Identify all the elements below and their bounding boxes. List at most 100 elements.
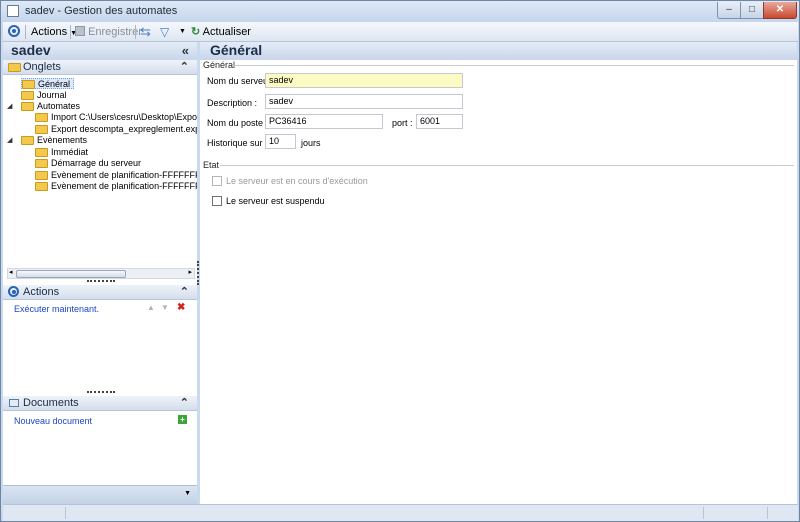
toolbar: Actions ▼ Enregistrer ⇆ ▽ ▼ ↻ Actualiser bbox=[3, 22, 798, 42]
tree-item-label: Journal bbox=[37, 90, 67, 100]
suspended-checkbox[interactable] bbox=[212, 196, 222, 206]
scroll-left-icon[interactable]: ◂ bbox=[9, 268, 13, 276]
collapse-panel-icon[interactable]: ⌃ bbox=[180, 285, 189, 298]
port-label: port : bbox=[392, 118, 413, 128]
tree-item-label: Evènement de planification-FFFFFFFFFFFF bbox=[51, 181, 197, 191]
refresh-label: Actualiser bbox=[202, 26, 251, 38]
page-title: Général bbox=[210, 42, 263, 58]
tree-item-evenements[interactable]: ◢ Evènements bbox=[7, 135, 87, 146]
delete-icon[interactable]: ✖ bbox=[177, 302, 185, 313]
running-label: Le serveur est en cours d'exécution bbox=[226, 176, 368, 186]
tree-item-import[interactable]: Import C:\Users\cesru\Desktop\ExportAAA bbox=[35, 112, 197, 123]
tabs-panel-header[interactable]: Onglets ⌃ bbox=[3, 60, 197, 75]
home-icon[interactable] bbox=[8, 25, 20, 37]
title-bar[interactable]: sadev - Gestion des automates – □ ✕ bbox=[1, 1, 799, 22]
open-folder-icon bbox=[22, 80, 35, 89]
tree-item-planification-2[interactable]: Evènement de planification-FFFFFFFFFFFF bbox=[35, 181, 197, 192]
close-button[interactable]: ✕ bbox=[763, 2, 797, 19]
run-now-link[interactable]: Exécuter maintenant. bbox=[14, 304, 99, 314]
status-divider bbox=[703, 507, 704, 519]
sidebar-footer[interactable]: ▼ bbox=[3, 485, 197, 504]
folder-icon bbox=[8, 63, 21, 72]
scroll-thumb[interactable] bbox=[16, 270, 126, 278]
folder-icon bbox=[35, 113, 48, 122]
tree-item-export[interactable]: Export descompta_expreglement.exp bbox=[35, 124, 197, 135]
splitter-grip[interactable] bbox=[87, 391, 115, 394]
actions-icon bbox=[8, 286, 19, 297]
tree-item-label: Evènements bbox=[37, 135, 88, 145]
running-checkbox[interactable] bbox=[212, 176, 222, 186]
filter-dropdown-icon[interactable]: ▼ bbox=[179, 25, 186, 39]
save-button[interactable]: Enregistrer bbox=[75, 25, 142, 39]
collapse-panel-icon[interactable]: ⌃ bbox=[180, 60, 189, 73]
history-unit: jours bbox=[301, 138, 321, 148]
refresh-button[interactable]: ↻ Actualiser bbox=[191, 25, 251, 39]
toolbar-separator bbox=[135, 25, 136, 39]
history-field[interactable]: 10 bbox=[265, 134, 296, 149]
add-icon[interactable]: + bbox=[178, 415, 187, 424]
app-window: sadev - Gestion des automates – □ ✕ Acti… bbox=[0, 0, 800, 522]
save-icon bbox=[75, 26, 85, 36]
tree-item-automates[interactable]: ◢ Automates bbox=[7, 101, 80, 112]
tree-item-label: Immédiat bbox=[51, 147, 89, 157]
tree-item-label: Export descompta_expreglement.exp bbox=[51, 124, 197, 134]
folder-icon bbox=[21, 102, 34, 111]
port-field[interactable]: 6001 bbox=[416, 114, 463, 129]
move-down-icon[interactable]: ▼ bbox=[161, 303, 169, 312]
actions-panel-title: Actions bbox=[23, 286, 60, 298]
tree-item-demarrage[interactable]: Démarrage du serveur bbox=[35, 158, 141, 169]
minimize-button[interactable]: – bbox=[717, 2, 741, 19]
tree-item-immediat[interactable]: Immédiat bbox=[35, 147, 88, 158]
maximize-button[interactable]: □ bbox=[740, 2, 764, 19]
actions-panel-header[interactable]: Actions ⌃ bbox=[3, 285, 197, 300]
folder-icon bbox=[35, 148, 48, 157]
server-name: sadev bbox=[11, 42, 51, 58]
move-up-icon[interactable]: ▲ bbox=[147, 303, 155, 312]
tree-item-label: Evènement de planification-FFFFFFFFFFFF bbox=[51, 170, 197, 180]
status-divider bbox=[767, 507, 768, 519]
description-field[interactable]: sadev bbox=[265, 94, 463, 109]
group-general-label: Général bbox=[203, 60, 236, 70]
splitter-grip[interactable] bbox=[87, 280, 115, 283]
main-header: Général bbox=[200, 42, 797, 60]
expanded-icon[interactable]: ◢ bbox=[7, 135, 12, 146]
main-panel: Général Général Nom du serveur : sadev D… bbox=[200, 42, 797, 504]
host-field[interactable]: PC36416 bbox=[265, 114, 383, 129]
documents-panel-header[interactable]: Documents ⌃ bbox=[3, 396, 197, 411]
toolbar-separator bbox=[70, 25, 71, 39]
app-icon bbox=[7, 5, 19, 17]
status-divider bbox=[65, 507, 66, 519]
folder-icon bbox=[35, 182, 48, 191]
toolbar-separator bbox=[25, 25, 26, 39]
tree-item-label: Général bbox=[38, 79, 71, 89]
collapse-sidebar-icon[interactable]: « bbox=[182, 43, 189, 58]
status-bar bbox=[3, 504, 798, 521]
actions-menu-label: Actions bbox=[31, 26, 68, 38]
chevron-down-icon[interactable]: ▼ bbox=[184, 490, 191, 497]
tree-item-journal[interactable]: Journal bbox=[21, 90, 67, 101]
folder-icon bbox=[35, 159, 48, 168]
tree-item-planification-1[interactable]: Evènement de planification-FFFFFFFFFFFF bbox=[35, 170, 197, 181]
window-title: sadev - Gestion des automates bbox=[25, 5, 178, 17]
new-document-link[interactable]: Nouveau document bbox=[14, 416, 92, 426]
documents-panel-title: Documents bbox=[23, 397, 79, 409]
left-sidebar: sadev « Onglets ⌃ Général Journal ◢ Auto… bbox=[3, 42, 197, 504]
group-divider bbox=[220, 165, 794, 166]
filter-icon[interactable]: ▽ bbox=[160, 25, 169, 39]
sync-icon[interactable]: ⇆ bbox=[140, 25, 151, 39]
server-header: sadev « bbox=[3, 42, 197, 60]
tree-item-label: Import C:\Users\cesru\Desktop\ExportAAA bbox=[51, 112, 197, 122]
tabs-panel-title: Onglets bbox=[23, 61, 61, 73]
folder-icon bbox=[21, 91, 34, 100]
scroll-right-icon[interactable]: ▸ bbox=[188, 268, 192, 276]
folder-icon bbox=[21, 136, 34, 145]
tree-item-label: Automates bbox=[37, 101, 81, 111]
description-label: Description : bbox=[207, 98, 258, 108]
server-name-field[interactable]: sadev bbox=[265, 73, 463, 88]
suspended-label: Le serveur est suspendu bbox=[226, 196, 325, 206]
expanded-icon[interactable]: ◢ bbox=[7, 101, 12, 112]
tree-item-general[interactable]: Général bbox=[21, 78, 75, 89]
tree-horizontal-scrollbar[interactable]: ◂ ▸ bbox=[7, 268, 195, 279]
collapse-panel-icon[interactable]: ⌃ bbox=[180, 396, 189, 409]
save-label: Enregistrer bbox=[88, 26, 142, 38]
